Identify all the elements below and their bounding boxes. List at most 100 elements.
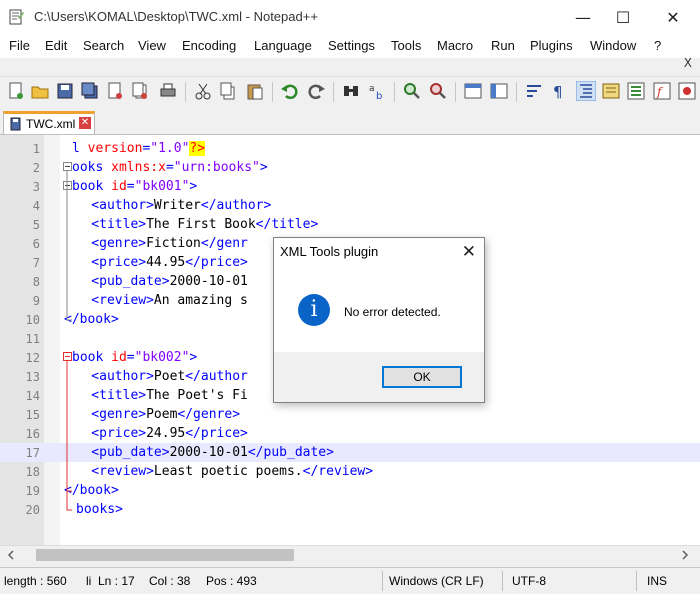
dialog-close-icon[interactable]: ✕ [462, 242, 476, 262]
menu-macro[interactable]: Macro [437, 38, 473, 53]
menu-help[interactable]: ? [654, 38, 661, 53]
menu-language[interactable]: Language [254, 38, 312, 53]
zoom-in-icon[interactable] [402, 81, 422, 101]
menu-search[interactable]: Search [83, 38, 124, 53]
line-number: 18 [25, 465, 40, 479]
line-number: 1 [32, 142, 40, 156]
show-all-characters-icon[interactable]: ¶ [549, 81, 569, 101]
menu-window[interactable]: Window [590, 38, 636, 53]
code-line[interactable]: 2 ooks xmlns:x="urn:books"> [0, 158, 700, 177]
code-token: Writer [153, 198, 201, 213]
close-document-icon[interactable]: X [684, 56, 692, 70]
status-encoding[interactable]: UTF-8 [512, 574, 546, 588]
code-token: ooks [72, 160, 112, 175]
code-text: <review>Least poetic poems.</review> [60, 464, 373, 479]
undo-icon[interactable] [280, 81, 300, 101]
close-all-icon[interactable] [130, 81, 150, 101]
maximize-button[interactable]: ☐ [600, 0, 646, 34]
svg-text:¶: ¶ [553, 83, 563, 101]
status-eol[interactable]: Windows (CR LF) [389, 574, 484, 588]
open-file-icon[interactable] [30, 81, 50, 101]
toolbar-separator [272, 82, 273, 102]
print-icon[interactable] [158, 81, 178, 101]
fold-guide-lines [66, 171, 72, 511]
ok-button[interactable]: OK [382, 366, 462, 388]
scroll-left-icon[interactable] [6, 550, 16, 560]
dialog-message: No error detected. [344, 305, 441, 319]
tab-close-icon[interactable]: ✕ [79, 117, 91, 129]
toolbar-separator [516, 82, 517, 102]
code-token: <pub_date> [60, 274, 170, 289]
code-token: 44.95 [146, 255, 186, 270]
code-text: ooks xmlns:x="urn:books"> [72, 160, 268, 175]
macro-record-icon[interactable]: f [652, 81, 672, 101]
copy-icon[interactable] [218, 81, 238, 101]
code-line[interactable]: 20 books> [0, 500, 700, 519]
save-all-icon[interactable] [80, 81, 100, 101]
replace-icon[interactable]: ab [367, 81, 387, 101]
scroll-right-icon[interactable] [680, 550, 690, 560]
horizontal-scrollbar[interactable] [0, 545, 700, 564]
status-length: length : 560 [4, 574, 67, 588]
code-text: <price>44.95</price> [60, 255, 248, 270]
paste-icon[interactable] [245, 81, 265, 101]
status-bar: length : 560 li Ln : 17 Col : 38 Pos : 4… [0, 567, 700, 594]
line-number: 16 [25, 427, 40, 441]
code-line[interactable]: 18 <review>Least poetic poems.</review> [0, 462, 700, 481]
code-token: book [72, 350, 112, 365]
code-line[interactable]: 15 <genre>Poem</genre> [0, 405, 700, 424]
code-line[interactable]: 19 </book> [0, 481, 700, 500]
code-token: = [165, 160, 174, 175]
code-line[interactable]: 17 <pub_date>2000-10-01</pub_date> [0, 443, 700, 462]
cut-icon[interactable] [193, 81, 213, 101]
code-line[interactable]: 5 <title>The First Book</title> [0, 215, 700, 234]
document-map-icon[interactable] [601, 81, 621, 101]
code-line[interactable]: 16 <price>24.95</price> [0, 424, 700, 443]
line-number: 10 [25, 313, 40, 327]
indent-guide-icon[interactable] [576, 81, 596, 101]
zoom-out-icon[interactable] [428, 81, 448, 101]
dialog-footer: OK [274, 352, 484, 402]
notepadpp-app-icon [9, 9, 24, 25]
close-window-button[interactable]: ✕ [650, 0, 696, 34]
status-separator [502, 571, 503, 591]
word-wrap-icon[interactable] [524, 81, 544, 101]
code-token: xmlns:x [111, 160, 166, 175]
code-token: Fiction [146, 236, 201, 251]
code-token: 24.95 [146, 426, 186, 441]
code-token: "bk001" [134, 179, 190, 194]
close-icon: ✕ [666, 7, 680, 27]
status-insert-mode[interactable]: INS [647, 574, 667, 588]
code-token: 2000-10-01 [169, 274, 248, 289]
close-file-icon[interactable] [105, 81, 125, 101]
find-icon[interactable] [341, 81, 361, 101]
code-line[interactable]: 3 book id="bk001"> [0, 177, 700, 196]
menu-run[interactable]: Run [491, 38, 515, 53]
menu-edit[interactable]: Edit [45, 38, 67, 53]
sync-vertical-icon[interactable] [463, 81, 483, 101]
line-number: 6 [32, 237, 40, 251]
menu-encoding[interactable]: Encoding [182, 38, 236, 53]
redo-icon[interactable] [306, 81, 326, 101]
information-icon: i [298, 294, 330, 326]
scrollbar-thumb[interactable] [36, 549, 294, 561]
menu-settings[interactable]: Settings [328, 38, 375, 53]
tab-twc-xml[interactable]: TWC.xml ✕ [3, 111, 95, 134]
code-token: The First Book [146, 217, 256, 232]
svg-text:a: a [369, 84, 375, 94]
menu-tools[interactable]: Tools [391, 38, 421, 53]
save-icon[interactable] [55, 81, 75, 101]
code-token: version [87, 141, 143, 156]
menu-view[interactable]: View [138, 38, 166, 53]
code-line[interactable]: 4 <author>Writer</author> [0, 196, 700, 215]
new-file-icon[interactable] [6, 81, 26, 101]
menu-plugins[interactable]: Plugins [530, 38, 573, 53]
maximize-icon: ☐ [615, 7, 631, 27]
function-list-icon[interactable] [626, 81, 646, 101]
run-macro-icon[interactable] [677, 81, 697, 101]
sync-horizontal-icon[interactable] [489, 81, 509, 101]
code-token: id [111, 350, 127, 365]
code-line[interactable]: 1 l version="1.0"?> [0, 139, 700, 158]
menu-file[interactable]: File [9, 38, 30, 53]
line-number: 19 [25, 484, 40, 498]
